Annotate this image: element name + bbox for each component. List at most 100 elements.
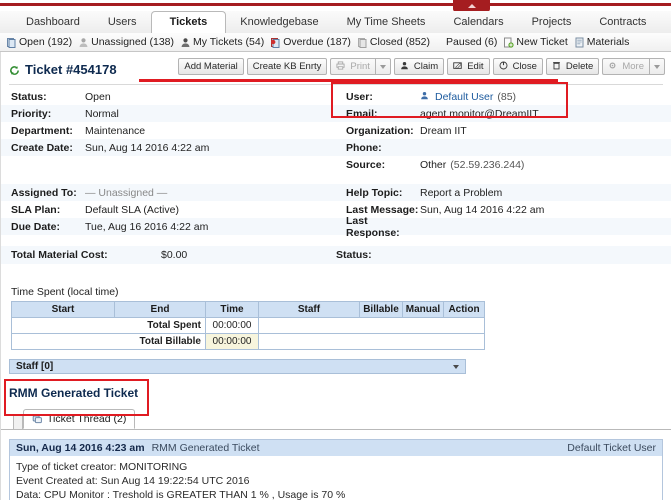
details-columns: Status: Open Priority: Normal Department… — [1, 88, 671, 173]
header-divider — [9, 84, 663, 85]
detail-key: Priority: — [11, 107, 52, 120]
print-button-group: Print — [330, 58, 391, 75]
more-dropdown-button[interactable] — [649, 58, 665, 75]
print-label: Print — [350, 61, 370, 72]
claim-button[interactable]: Claim — [393, 58, 445, 75]
detail-user: User: Default User (85) — [336, 88, 671, 105]
time-spent-table: Start End Time Staff Billable Manual Act… — [11, 301, 485, 350]
thread-entry-body: Type of ticket creator: MONITORING Event… — [10, 456, 662, 500]
detail-organization: Organization: Dream IIT — [336, 122, 671, 139]
detail-key: Organization: — [346, 124, 414, 137]
detail-key: Department: — [11, 124, 73, 137]
subnav-label: Materials — [586, 36, 630, 48]
close-button[interactable]: Close — [492, 58, 543, 75]
subnav-item-materials[interactable]: Materials — [574, 36, 630, 48]
add-material-button[interactable]: Add Material — [178, 58, 244, 75]
delete-label: Delete — [565, 61, 594, 72]
detail-key: Create Date: — [11, 141, 73, 154]
column-header-billable: Billable — [359, 301, 403, 318]
staff-accordion-header[interactable]: Staff [0] — [9, 359, 466, 374]
ticket-detail-page: Dashboard Users Tickets Knowledgebase My… — [0, 0, 671, 500]
nav-tab-my-time-sheets[interactable]: My Time Sheets — [333, 12, 440, 33]
detail-source: Source: Other (52.59.236.244) — [336, 156, 671, 173]
table-row: Total Spent 00:00:00 — [11, 317, 485, 334]
nav-tab-calendars[interactable]: Calendars — [439, 12, 517, 33]
cost-amount: $0.00 — [161, 249, 188, 261]
detail-due-date: Due Date: Tue, Aug 16 2016 4:22 am — [1, 218, 336, 235]
thread-tab-bar: Ticket Thread (2) — [1, 409, 671, 430]
subnav-item-my-tickets[interactable]: My Tickets (54) — [180, 36, 264, 48]
column-header-manual: Manual — [402, 301, 444, 318]
detail-value: Report a Problem — [420, 186, 503, 199]
nav-tab-list: Dashboard Users Tickets Knowledgebase My… — [0, 11, 671, 34]
row-filler — [258, 317, 485, 334]
user-dark-icon — [180, 37, 191, 48]
nav-tab-projects[interactable]: Projects — [518, 12, 586, 33]
detail-value: Sun, Aug 14 2016 4:22 am — [420, 203, 545, 216]
detail-key: Source: — [346, 158, 386, 171]
subnav-item-overdue[interactable]: Overdue (187) — [270, 36, 351, 48]
nav-tab-knowledgebase[interactable]: Knowledgebase — [226, 12, 332, 33]
detail-value: Maintenance — [85, 124, 146, 137]
print-button[interactable]: Print — [330, 58, 375, 75]
total-billable-label: Total Billable — [11, 333, 206, 350]
ticket-content: Ticket #454178 Add Material Create KB En… — [0, 52, 671, 500]
subnav-item-open[interactable]: Open (192) — [6, 36, 72, 48]
staff-panel-label: Staff [0] — [16, 361, 54, 372]
gear-icon — [608, 61, 619, 72]
pencil-icon — [453, 61, 464, 72]
table-header-row: Start End Time Staff Billable Manual Act… — [11, 301, 485, 318]
page-title: Ticket #454178 — [9, 62, 117, 77]
detail-value: Sun, Aug 14 2016 4:22 am — [85, 141, 210, 154]
thread-body-line: Data: CPU Monitor : Treshold is GREATER … — [16, 489, 346, 500]
edit-button[interactable]: Edit — [447, 58, 490, 75]
row-filler — [258, 333, 485, 350]
detail-help-topic: Help Topic: Report a Problem — [336, 184, 671, 201]
more-button[interactable]: More — [602, 58, 649, 75]
thread-entry-header[interactable]: Sun, Aug 14 2016 4:23 am RMM Generated T… — [10, 440, 662, 456]
ticket-icon — [6, 37, 17, 48]
subnav-item-paused[interactable]: Paused (6) — [446, 36, 497, 48]
chevron-up-icon — [467, 3, 476, 8]
thread-body-line: Type of ticket creator: MONITORING — [16, 461, 188, 473]
create-kb-entry-button[interactable]: Create KB Enrty — [246, 58, 328, 75]
red-divider-line — [0, 3, 671, 6]
detail-key: Help Topic: — [346, 186, 403, 199]
subnav-item-new-ticket[interactable]: New Ticket — [503, 36, 568, 48]
detail-value: Default SLA (Active) — [85, 203, 179, 216]
nav-tab-tickets[interactable]: Tickets — [150, 11, 227, 34]
subnav-label: Overdue (187) — [283, 36, 351, 48]
detail-phone: Phone: — [336, 139, 671, 156]
user-link[interactable]: Default User — [435, 91, 493, 103]
detail-value: agent.monitor@DreamIIT — [420, 107, 539, 120]
printer-icon — [336, 61, 347, 72]
claim-label: Claim — [413, 61, 439, 72]
delete-button[interactable]: Delete — [545, 58, 600, 75]
refresh-icon[interactable] — [9, 64, 20, 75]
subnav-item-unassigned[interactable]: Unassigned (138) — [78, 36, 174, 48]
nav-tab-contracts[interactable]: Contracts — [585, 12, 660, 33]
subnav-item-closed[interactable]: Closed (852) — [357, 36, 430, 48]
nav-tab-users[interactable]: Users — [94, 12, 151, 33]
detail-value: Default User (85) — [420, 91, 516, 103]
thread-author: Default Ticket User — [567, 442, 656, 454]
total-billable-value: 00:00:00 — [205, 333, 259, 350]
user-id: (85) — [497, 90, 517, 103]
detail-value: Dream IIT — [420, 124, 467, 137]
source-ip: (52.59.236.244) — [450, 158, 525, 171]
print-dropdown-button[interactable] — [374, 58, 391, 75]
subnav-label: New Ticket — [516, 36, 568, 48]
thread-timestamp: Sun, Aug 14 2016 4:23 am — [16, 442, 145, 454]
tab-bar-stub — [13, 415, 23, 429]
total-spent-value: 00:00:00 — [205, 317, 259, 334]
detail-key: Phone: — [346, 141, 382, 154]
ticket-subject: RMM Generated Ticket — [9, 386, 139, 400]
tab-ticket-thread[interactable]: Ticket Thread (2) — [23, 409, 136, 429]
nav-tab-dashboard[interactable]: Dashboard — [12, 12, 94, 33]
subnav-label: Unassigned (138) — [91, 36, 175, 48]
total-material-cost-row: Total Material Cost: $0.00 Status: — [1, 246, 671, 264]
ticket-title-text: Ticket #454178 — [25, 61, 117, 77]
detail-assigned-to: Assigned To: — Unassigned — — [1, 184, 336, 201]
subnav-label: Paused (6) — [446, 36, 498, 48]
materials-icon — [574, 37, 585, 48]
